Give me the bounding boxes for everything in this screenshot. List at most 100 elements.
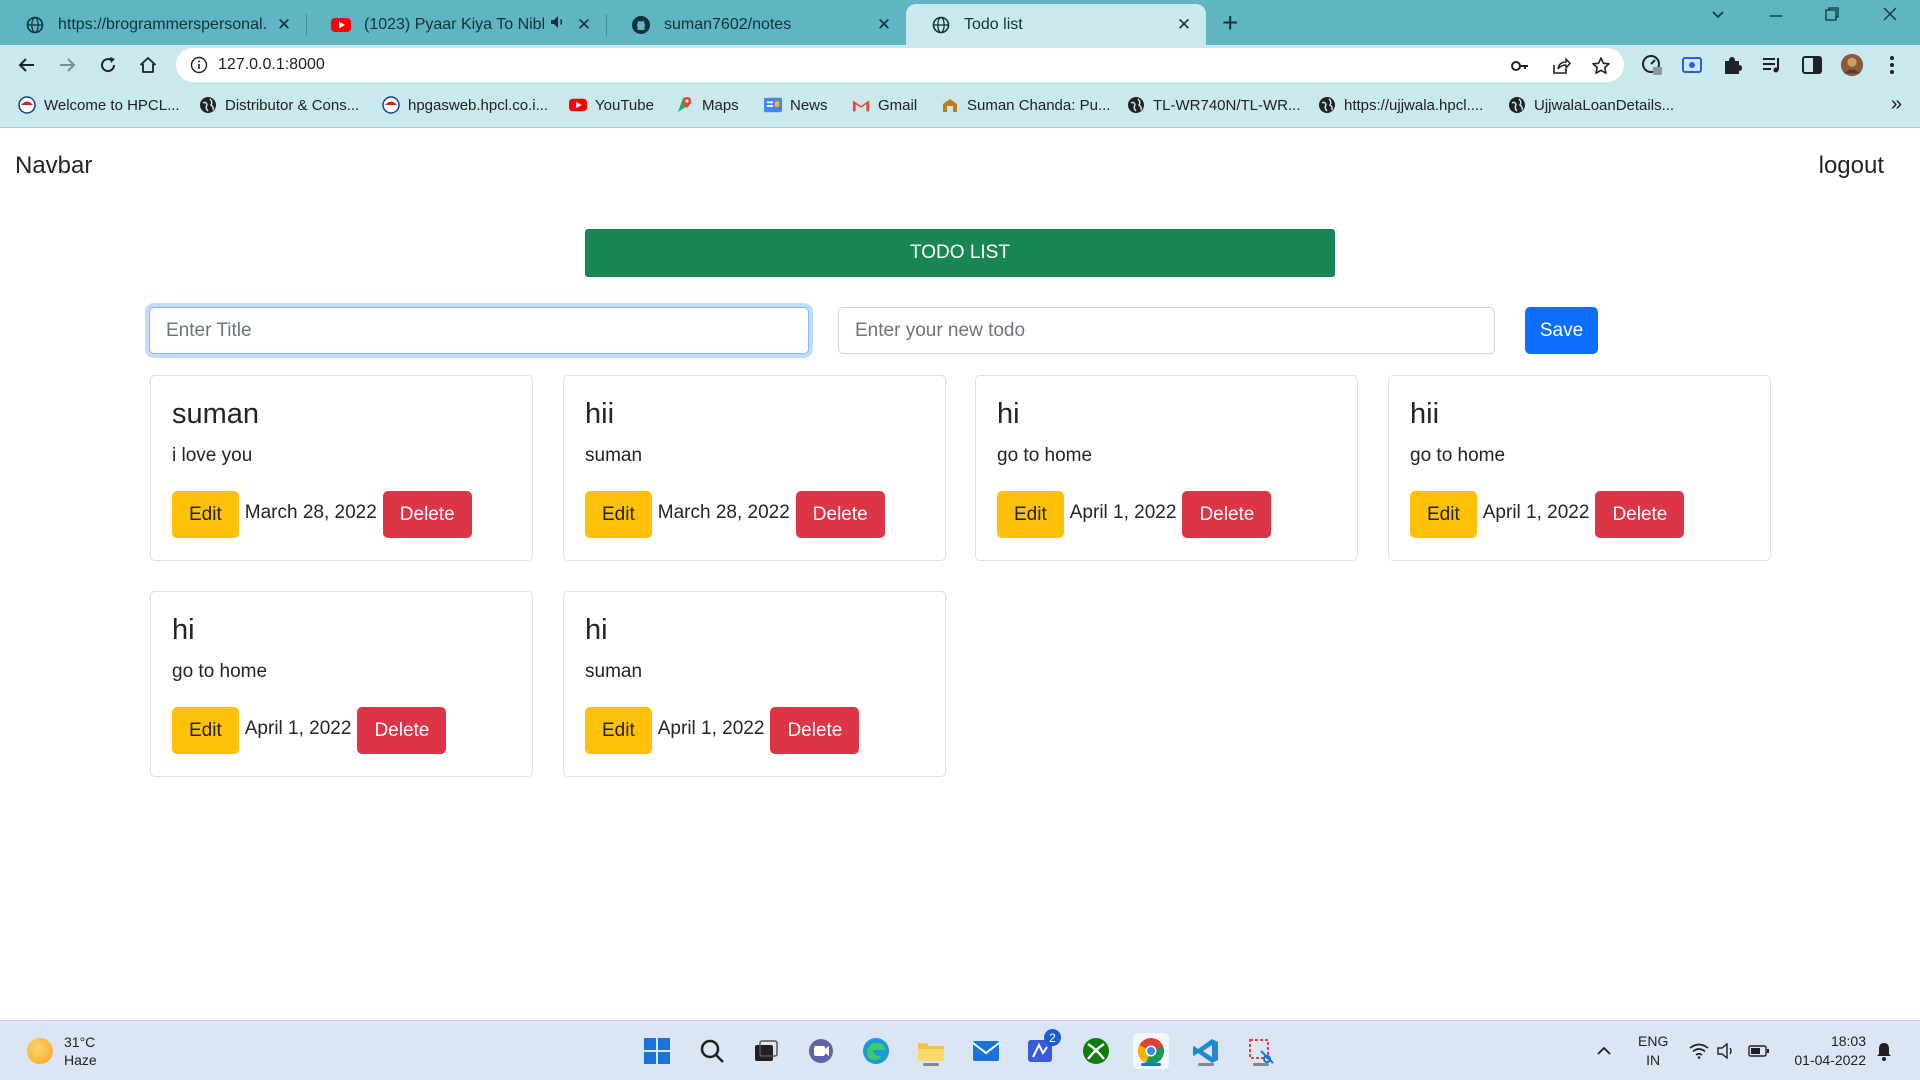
input-language-indicator[interactable]: ENG IN xyxy=(1638,1032,1668,1070)
windows-taskbar: 31°C Haze 2 ENG IN 18:03 01-04-2022 xyxy=(0,1020,1920,1080)
browser-menu-kebab-icon[interactable] xyxy=(1880,54,1904,76)
edit-button[interactable]: Edit xyxy=(585,491,652,538)
windows-start-icon[interactable] xyxy=(639,1033,675,1069)
weather-widget[interactable]: 31°C Haze xyxy=(64,1033,97,1069)
bookmarks-overflow-chevron-icon[interactable]: » xyxy=(1891,93,1902,116)
chrome-icon[interactable] xyxy=(1133,1033,1169,1069)
delete-button[interactable]: Delete xyxy=(1595,491,1685,538)
tab-youtube[interactable]: (1023) Pyaar Kiya To Nibhana ✕ xyxy=(306,4,606,45)
vscode-icon[interactable] xyxy=(1188,1033,1224,1069)
wifi-icon[interactable] xyxy=(1688,1040,1710,1062)
bookmark-hpgasweb[interactable]: hpgasweb.hpcl.co.i... xyxy=(382,96,548,114)
bookmark-label: Distributor & Cons... xyxy=(225,96,360,114)
edit-button[interactable]: Edit xyxy=(585,707,652,754)
globe-icon xyxy=(1127,96,1145,114)
extensions-puzzle-icon[interactable] xyxy=(1720,54,1744,76)
whiteboard-app-icon[interactable]: 2 xyxy=(1023,1029,1061,1069)
edit-button[interactable]: Edit xyxy=(997,491,1064,538)
navbar-brand[interactable]: Navbar xyxy=(15,152,92,180)
tab-brogrammers[interactable]: https://brogrammerspersonal.pyt ✕ xyxy=(0,4,306,45)
bookmark-hpcl-welcome[interactable]: Welcome to HPCL... xyxy=(18,96,180,114)
todo-date: April 1, 2022 xyxy=(657,718,765,739)
back-arrow-icon[interactable] xyxy=(15,53,39,77)
bookmark-maps[interactable]: Maps xyxy=(676,96,739,114)
clock-time: 18:03 xyxy=(1830,1033,1866,1049)
bookmark-gmail[interactable]: Gmail xyxy=(852,96,917,114)
todo-description: i love you xyxy=(172,445,253,466)
performance-extension-icon[interactable] xyxy=(1640,54,1664,76)
bookmark-ujjwala-loan[interactable]: UjjwalaLoanDetails... xyxy=(1508,96,1674,114)
site-info-icon[interactable] xyxy=(190,56,208,74)
delete-button[interactable]: Delete xyxy=(795,491,885,538)
tab-close-icon[interactable]: ✕ xyxy=(274,15,294,35)
tab-search-chevron-icon[interactable] xyxy=(1710,6,1726,28)
bookmark-distributor[interactable]: Distributor & Cons... xyxy=(199,96,359,114)
new-tab-plus-icon[interactable]: + xyxy=(1222,7,1238,39)
delete-button[interactable]: Delete xyxy=(770,707,860,754)
tab-close-icon[interactable]: ✕ xyxy=(574,15,594,35)
todo-description-input[interactable] xyxy=(838,307,1495,354)
tab-title: suman7602/notes xyxy=(664,15,792,33)
bookmark-label: TL-WR740N/TL-WR... xyxy=(1153,96,1301,114)
minimize-icon[interactable] xyxy=(1768,6,1784,28)
battery-icon[interactable] xyxy=(1748,1040,1770,1062)
todo-date: April 1, 2022 xyxy=(1482,502,1590,523)
restore-icon[interactable] xyxy=(1824,6,1840,28)
edit-button[interactable]: Edit xyxy=(1410,491,1477,538)
forward-arrow-icon[interactable] xyxy=(55,53,79,77)
save-button[interactable]: Save xyxy=(1525,307,1598,354)
todo-title-input[interactable] xyxy=(149,307,809,354)
gmail-icon xyxy=(852,96,870,114)
delete-button[interactable]: Delete xyxy=(1182,491,1272,538)
bookmark-label: hpgasweb.hpcl.co.i... xyxy=(408,96,549,114)
edit-button[interactable]: Edit xyxy=(172,491,239,538)
tab-github[interactable]: suman7602/notes ✕ xyxy=(606,4,906,45)
file-explorer-icon[interactable] xyxy=(913,1033,949,1069)
delete-button[interactable]: Delete xyxy=(382,491,472,538)
todo-title: hii xyxy=(585,398,615,430)
clock-date: 01-04-2022 xyxy=(1794,1052,1866,1068)
media-queue-icon[interactable] xyxy=(1760,54,1784,76)
profile-avatar[interactable] xyxy=(1840,53,1864,77)
todo-date: March 28, 2022 xyxy=(244,502,377,523)
star-icon[interactable] xyxy=(1591,56,1611,76)
tab-todo-list[interactable]: Todo list ✕ xyxy=(906,4,1206,45)
volume-icon[interactable] xyxy=(1716,1040,1738,1062)
bookmark-news[interactable]: News xyxy=(764,96,828,114)
tab-close-icon[interactable]: ✕ xyxy=(1174,15,1194,35)
address-bar[interactable]: 127.0.0.1:8000 xyxy=(176,48,1624,82)
hp-logo-icon xyxy=(382,96,400,114)
side-panel-icon[interactable] xyxy=(1800,54,1824,76)
bookmark-ujjwala[interactable]: https://ujjwala.hpcl.... xyxy=(1318,96,1483,114)
logout-link[interactable]: logout xyxy=(1819,152,1884,180)
bookmark-suman-chanda[interactable]: Suman Chanda: Pu... xyxy=(941,96,1110,114)
notification-center-icon[interactable] xyxy=(1873,1040,1895,1062)
weather-condition: Haze xyxy=(64,1052,97,1068)
bookmark-tl-wr740n[interactable]: TL-WR740N/TL-WR... xyxy=(1127,96,1301,114)
tab-close-icon[interactable]: ✕ xyxy=(874,15,894,35)
teams-chat-icon[interactable] xyxy=(803,1033,839,1069)
show-hidden-icons-chevron-icon[interactable] xyxy=(1593,1040,1615,1062)
search-icon[interactable] xyxy=(694,1033,730,1069)
snipping-tool-icon[interactable] xyxy=(1243,1033,1279,1069)
system-clock[interactable]: 18:03 01-04-2022 xyxy=(1794,1032,1866,1070)
delete-button[interactable]: Delete xyxy=(357,707,447,754)
running-indicator xyxy=(1198,1063,1214,1066)
globe-icon xyxy=(199,96,217,114)
share-icon[interactable] xyxy=(1551,56,1571,76)
bookmark-youtube[interactable]: YouTube xyxy=(569,96,654,114)
weather-sun-icon[interactable] xyxy=(27,1038,53,1064)
edit-button[interactable]: Edit xyxy=(172,707,239,754)
bookmark-label: Gmail xyxy=(878,96,918,114)
screen-capture-extension-icon[interactable] xyxy=(1680,54,1704,76)
close-window-icon[interactable] xyxy=(1882,6,1898,28)
home-icon[interactable] xyxy=(136,53,160,77)
edge-browser-icon[interactable] xyxy=(858,1033,894,1069)
reload-icon[interactable] xyxy=(96,53,120,77)
key-icon[interactable] xyxy=(1510,56,1530,76)
task-view-icon[interactable] xyxy=(748,1033,784,1069)
speaker-icon[interactable] xyxy=(550,15,566,34)
xbox-icon[interactable] xyxy=(1078,1033,1114,1069)
todo-description: go to home xyxy=(1410,445,1506,466)
mail-icon[interactable] xyxy=(968,1033,1004,1069)
